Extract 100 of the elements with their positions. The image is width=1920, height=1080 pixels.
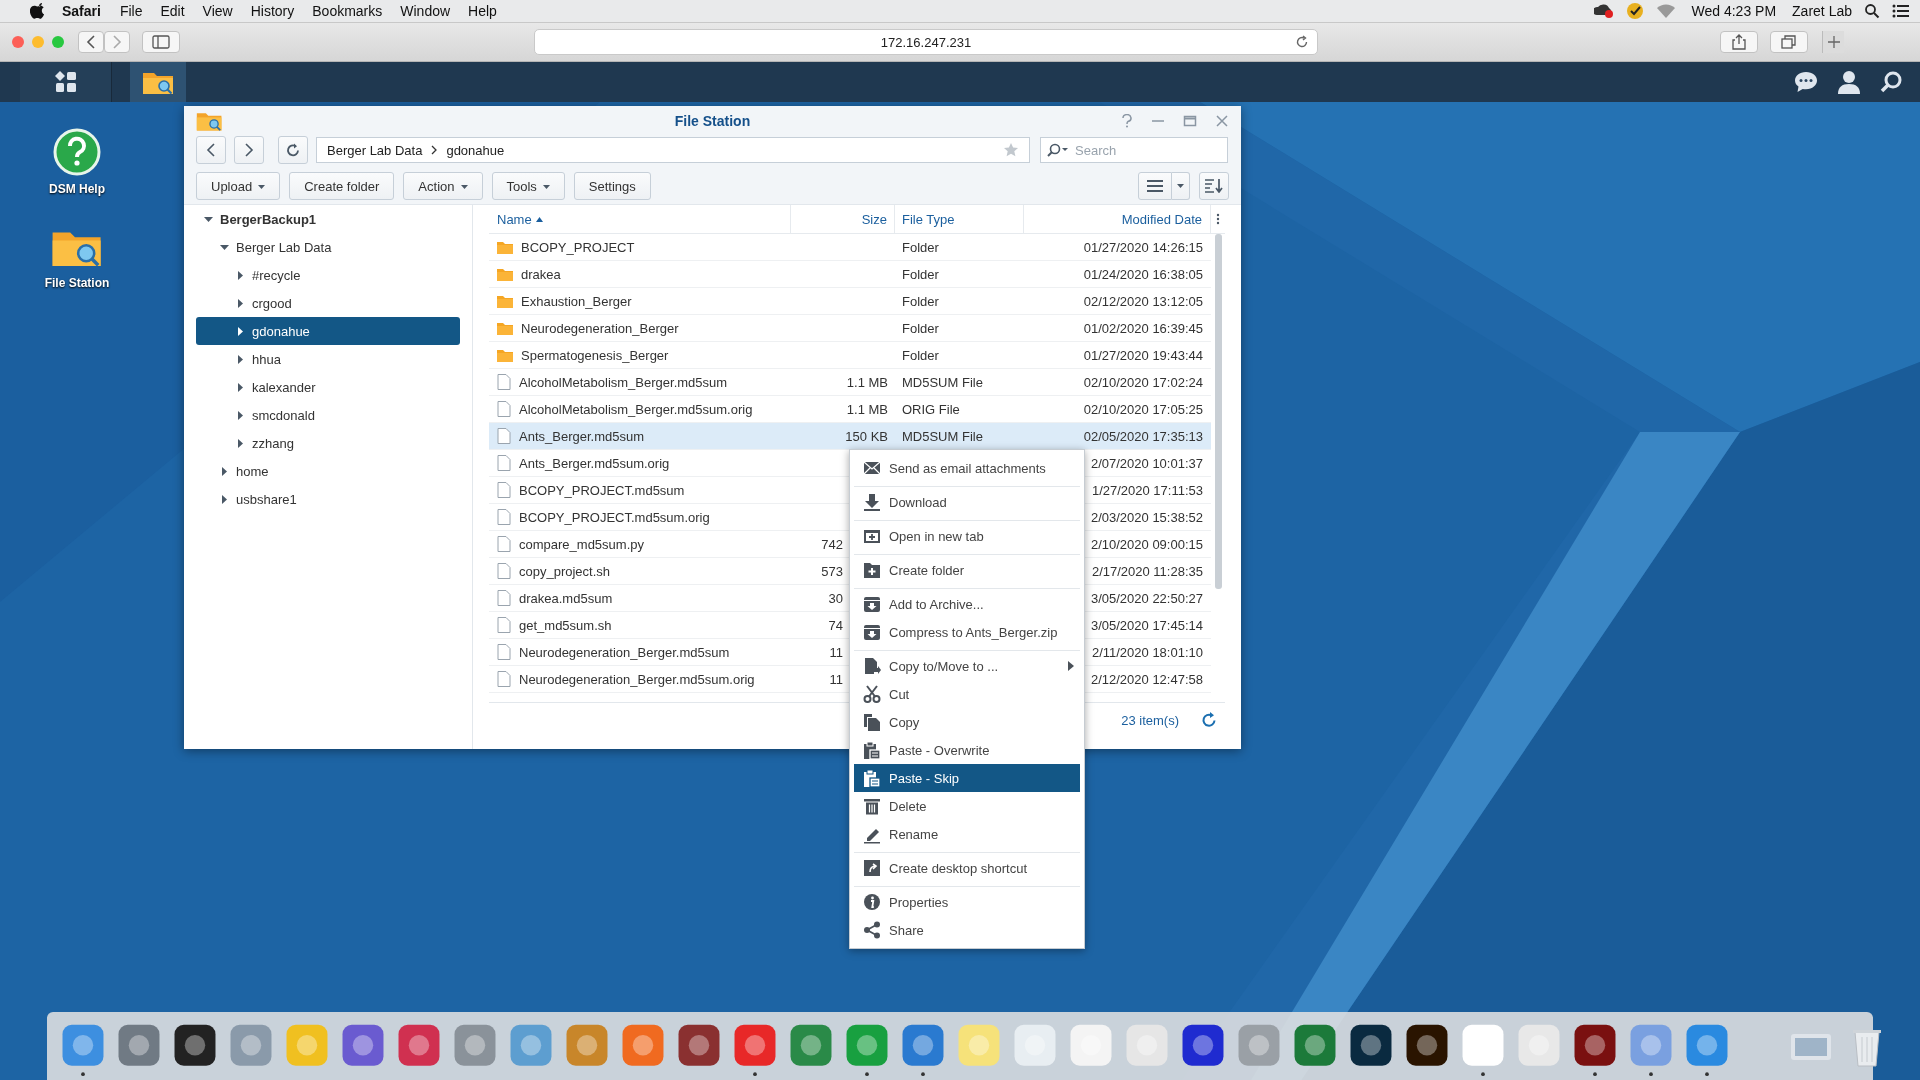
forward-button[interactable] — [234, 136, 264, 164]
file-row[interactable]: Ants_Berger.md5sum 150 KB MD5SUM File 02/05/2020 17:35:13 — [489, 423, 1211, 450]
sidebar-button[interactable] — [142, 31, 180, 53]
collapsed-arrow-icon[interactable] — [236, 410, 245, 420]
tree-item[interactable]: smcdonald — [196, 401, 460, 429]
menu-item[interactable]: Properties — [854, 888, 1080, 916]
tree-item[interactable]: usbshare1 — [196, 485, 460, 513]
collapsed-arrow-icon[interactable] — [220, 466, 229, 476]
search-icon[interactable] — [1864, 3, 1880, 19]
star-icon[interactable] — [1003, 142, 1019, 158]
cloud-icon[interactable] — [1593, 3, 1614, 19]
menu-item[interactable]: Copy — [854, 708, 1080, 736]
tree-item[interactable]: hhua — [196, 345, 460, 373]
more-icon[interactable] — [1216, 213, 1220, 225]
checkmark-icon[interactable] — [1625, 2, 1644, 20]
search-icon[interactable] — [1880, 71, 1902, 93]
chat-icon[interactable] — [1794, 71, 1818, 93]
close-icon[interactable] — [1215, 114, 1229, 128]
menu-item[interactable]: History — [250, 3, 295, 19]
collapsed-arrow-icon[interactable] — [220, 494, 229, 504]
menu-item[interactable]: Paste - Overwrite — [854, 736, 1080, 764]
collapsed-arrow-icon[interactable] — [236, 354, 245, 364]
address-bar[interactable]: 172.16.247.231 — [534, 29, 1318, 55]
path-segment[interactable]: gdonahue — [446, 142, 505, 158]
toolbar-button[interactable]: Create folder — [289, 172, 395, 200]
menu-item[interactable]: Rename — [854, 820, 1080, 853]
main-menu-button[interactable] — [20, 62, 112, 102]
tree-item[interactable]: #recycle — [196, 261, 460, 289]
column-header[interactable]: File Type — [895, 205, 1024, 233]
menu-item[interactable]: Share — [854, 916, 1080, 944]
menu-item[interactable]: Cut — [854, 680, 1080, 708]
file-row[interactable]: Spermatogenesis_Berger Folder 01/27/2020 19:43:44 — [489, 342, 1211, 369]
help-icon[interactable] — [53, 128, 101, 176]
menu-item[interactable]: Edit — [160, 3, 185, 19]
maximize-icon[interactable] — [1183, 114, 1197, 128]
toolbar-button[interactable]: Upload — [196, 172, 281, 200]
tree-item[interactable]: Berger Lab Data — [196, 233, 460, 261]
close-button[interactable] — [12, 36, 24, 48]
list-icon[interactable] — [1892, 4, 1910, 18]
menu-item[interactable]: Compress to Ants_Berger.zip — [854, 618, 1080, 651]
wifi-icon[interactable] — [1655, 3, 1676, 19]
collapsed-arrow-icon[interactable] — [236, 298, 245, 308]
menu-item[interactable]: Safari — [62, 3, 101, 19]
menu-item[interactable]: Paste - Skip — [854, 764, 1080, 792]
search-icon[interactable] — [1047, 143, 1069, 157]
menu-item[interactable]: File — [119, 3, 143, 19]
column-header[interactable]: Name — [489, 205, 791, 233]
back-button[interactable] — [196, 136, 226, 164]
user-name[interactable]: Zaret Lab — [1792, 3, 1852, 19]
file-row[interactable]: BCOPY_PROJECT Folder 01/27/2020 14:26:15 — [489, 234, 1211, 261]
refresh-button[interactable] — [278, 136, 308, 164]
tree-item[interactable]: BergerBackup1 — [196, 205, 460, 233]
expanded-arrow-icon[interactable] — [220, 242, 229, 252]
tabs-button[interactable] — [1770, 31, 1808, 53]
refresh-icon[interactable] — [1201, 712, 1217, 728]
toolbar-button[interactable]: Settings — [573, 172, 651, 200]
menu-item[interactable]: Help — [468, 3, 497, 19]
toolbar-button[interactable]: Tools — [491, 172, 565, 200]
column-header[interactable]: Modified Date — [1024, 205, 1211, 233]
scrollbar[interactable] — [1215, 234, 1222, 589]
tree-item[interactable]: zzhang — [196, 429, 460, 457]
sort-button[interactable] — [1199, 172, 1229, 200]
menu-item[interactable]: Download — [854, 488, 1080, 521]
file-row[interactable]: AlcoholMetabolism_Berger.md5sum 1.1 MB MD5SUM File 02/10/2020 17:02:24 — [489, 369, 1211, 396]
collapsed-arrow-icon[interactable] — [236, 438, 245, 448]
collapsed-arrow-icon[interactable] — [236, 382, 245, 392]
menu-item[interactable]: Create folder — [854, 556, 1080, 589]
back-button[interactable] — [78, 31, 104, 53]
menu-item[interactable]: Bookmarks — [312, 3, 383, 19]
apple-icon[interactable] — [30, 3, 44, 19]
column-header[interactable]: Size — [791, 205, 895, 233]
toolbar-button[interactable]: Action — [403, 172, 483, 200]
tree-item[interactable]: gdonahue — [196, 317, 460, 345]
file-row[interactable]: Exhaustion_Berger Folder 02/12/2020 13:12:05 — [489, 288, 1211, 315]
menu-item[interactable]: View — [202, 3, 233, 19]
collapsed-arrow-icon[interactable] — [236, 270, 245, 280]
search-field[interactable]: Search — [1040, 137, 1228, 163]
tree-item[interactable]: home — [196, 457, 460, 485]
menu-item[interactable]: Create desktop shortcut — [854, 854, 1080, 887]
menu-item[interactable]: Delete — [854, 792, 1080, 820]
path-segment[interactable]: Berger Lab Data — [327, 142, 423, 158]
file-row[interactable]: Neurodegeneration_Berger Folder 01/02/2020 16:39:45 — [489, 315, 1211, 342]
reload-icon[interactable] — [1295, 35, 1309, 49]
menu-item[interactable]: Window — [400, 3, 451, 19]
tree-item[interactable]: crgood — [196, 289, 460, 317]
path-bar[interactable]: Berger Lab Data gdonahue — [316, 137, 1030, 163]
tree-item[interactable]: kalexander — [196, 373, 460, 401]
clock[interactable]: Wed 4:23 PM — [1691, 3, 1777, 19]
menu-item[interactable]: Add to Archive... — [854, 590, 1080, 618]
list-view-button[interactable] — [1138, 172, 1172, 200]
file-station-taskbar-button[interactable] — [130, 62, 186, 102]
menu-item[interactable]: Send as email attachments — [854, 454, 1080, 487]
help-icon[interactable] — [1121, 114, 1133, 128]
file-row[interactable]: drakea Folder 01/24/2020 16:38:05 — [489, 261, 1211, 288]
view-dropdown-button[interactable] — [1172, 172, 1190, 200]
icon-label[interactable]: File Station — [44, 276, 110, 290]
collapsed-arrow-icon[interactable] — [236, 326, 245, 336]
user-icon[interactable] — [1838, 70, 1860, 94]
expanded-arrow-icon[interactable] — [204, 214, 213, 224]
share-button[interactable] — [1720, 31, 1758, 53]
